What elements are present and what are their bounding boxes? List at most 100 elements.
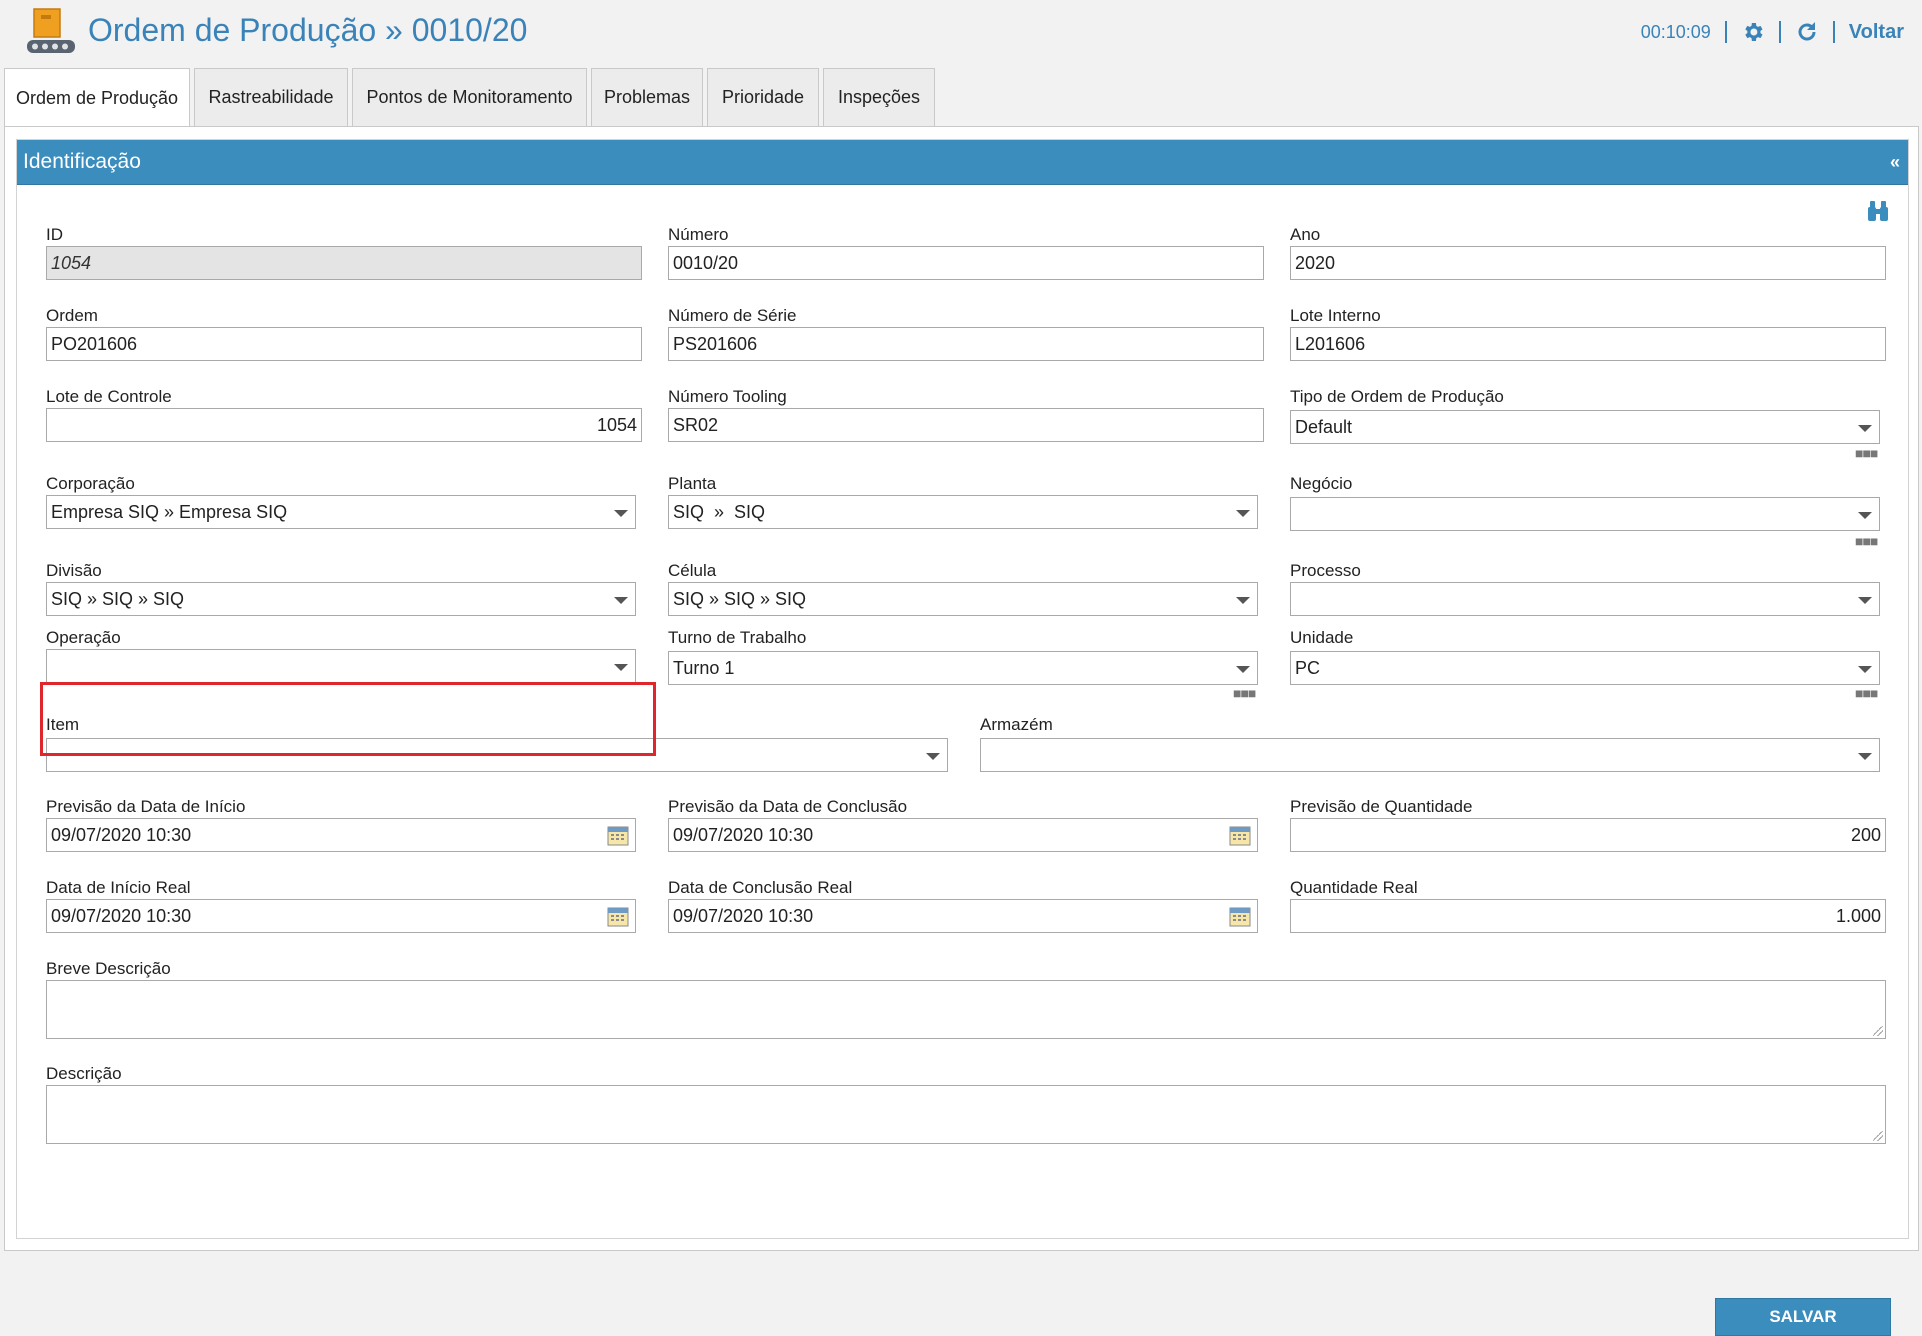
more-options-icon[interactable]: ■■■ <box>1855 533 1878 549</box>
tipo-ordem-field: Tipo de Ordem de Produção Default <box>1290 387 1880 444</box>
chevron-down-icon <box>1858 512 1872 519</box>
armazem-label: Armazém <box>980 715 1053 734</box>
calendar-icon[interactable] <box>607 825 629 846</box>
refresh-icon[interactable] <box>1795 20 1819 44</box>
tipo-ordem-select[interactable]: Default <box>1290 410 1880 444</box>
celula-select[interactable]: SIQ » SIQ » SIQ <box>668 582 1258 616</box>
conclusao-real-input[interactable]: 09/07/2020 10:30 <box>668 899 1258 933</box>
processo-field: Processo <box>1290 561 1880 616</box>
divisao-select[interactable]: SIQ » SIQ » SIQ <box>46 582 636 616</box>
calendar-icon[interactable] <box>607 906 629 927</box>
section-header: Identificação « <box>17 140 1908 185</box>
quantidade-real-input[interactable]: 1.000 <box>1290 899 1886 933</box>
tab-ordem-producao[interactable]: Ordem de Produção <box>4 68 190 128</box>
operacao-select[interactable] <box>46 649 636 683</box>
lote-controle-label: Lote de Controle <box>46 387 172 406</box>
numero-serie-field: Número de Série PS201606 <box>668 306 1264 361</box>
collapse-button[interactable]: « <box>1890 152 1900 173</box>
descricao-label: Descrição <box>46 1064 122 1083</box>
divisao-field: Divisão SIQ » SIQ » SIQ <box>46 561 636 616</box>
ordem-label: Ordem <box>46 306 98 325</box>
ano-input[interactable]: 2020 <box>1290 246 1886 280</box>
calendar-icon[interactable] <box>1229 825 1251 846</box>
unidade-select[interactable]: PC <box>1290 651 1880 685</box>
armazem-select[interactable] <box>980 738 1880 772</box>
descricao-textarea[interactable] <box>46 1085 1886 1144</box>
tab-problemas[interactable]: Problemas <box>591 68 703 126</box>
inicio-real-input[interactable]: 09/07/2020 10:30 <box>46 899 636 933</box>
lote-controle-input[interactable]: 1054 <box>46 408 642 442</box>
divider <box>1724 21 1727 43</box>
planta-select[interactable]: SIQ » SIQ <box>668 495 1258 529</box>
operacao-field: Operação <box>46 628 636 683</box>
breve-descricao-label: Breve Descrição <box>46 959 171 978</box>
numero-tooling-field: Número Tooling SR02 <box>668 387 1264 442</box>
more-options-icon[interactable]: ■■■ <box>1855 445 1878 461</box>
negocio-select[interactable] <box>1290 497 1880 531</box>
chevron-down-icon <box>614 664 628 671</box>
tab-prioridade[interactable]: Prioridade <box>707 68 819 126</box>
chevron-down-icon <box>1858 753 1872 760</box>
prev-quantidade-input[interactable]: 200 <box>1290 818 1886 852</box>
numero-tooling-input[interactable]: SR02 <box>668 408 1264 442</box>
armazem-field: Armazém <box>980 715 1880 772</box>
chevron-down-icon <box>1858 666 1872 673</box>
calendar-icon[interactable] <box>1229 906 1251 927</box>
session-timer: 00:10:09 <box>1640 21 1711 42</box>
page-header: Ordem de Produção » 0010/20 00:10:09 Vol… <box>0 0 1922 65</box>
numero-tooling-label: Número Tooling <box>668 387 787 406</box>
resize-handle[interactable] <box>1873 1026 1883 1036</box>
resize-handle[interactable] <box>1873 1131 1883 1141</box>
ano-label: Ano <box>1290 225 1321 244</box>
save-button[interactable]: SALVAR <box>1715 1298 1891 1336</box>
more-options-icon[interactable]: ■■■ <box>1855 685 1878 701</box>
header-actions: 00:10:09 Voltar <box>1641 18 1904 46</box>
turno-field: Turno de Trabalho Turno 1 <box>668 628 1258 685</box>
celula-field: Célula SIQ » SIQ » SIQ <box>668 561 1258 616</box>
inicio-real-value: 09/07/2020 10:30 <box>51 905 192 926</box>
item-select[interactable] <box>46 738 948 772</box>
prev-inicio-label: Previsão da Data de Início <box>46 797 246 816</box>
unidade-value: PC <box>1295 657 1321 678</box>
turno-select[interactable]: Turno 1 <box>668 651 1258 685</box>
numero-field: Número 0010/20 <box>668 225 1264 280</box>
tab-rastreabilidade[interactable]: Rastreabilidade <box>194 68 348 126</box>
quantidade-real-field: Quantidade Real 1.000 <box>1290 878 1886 933</box>
id-field: ID 1054 <box>46 225 642 280</box>
chevron-down-icon <box>1858 425 1872 432</box>
prev-inicio-input[interactable]: 09/07/2020 10:30 <box>46 818 636 852</box>
chevron-down-icon <box>1858 597 1872 604</box>
conclusao-real-value: 09/07/2020 10:30 <box>673 905 814 926</box>
negocio-label: Negócio <box>1290 474 1353 493</box>
lote-controle-field: Lote de Controle 1054 <box>46 387 642 442</box>
prev-conclusao-field: Previsão da Data de Conclusão 09/07/2020… <box>668 797 1258 852</box>
prev-conclusao-input[interactable]: 09/07/2020 10:30 <box>668 818 1258 852</box>
conclusao-real-field: Data de Conclusão Real 09/07/2020 10:30 <box>668 878 1258 933</box>
celula-label: Célula <box>668 561 717 580</box>
corporacao-label: Corporação <box>46 474 135 493</box>
binoculars-icon[interactable] <box>1866 200 1890 222</box>
inicio-real-label: Data de Início Real <box>46 878 191 897</box>
chevron-down-icon <box>1236 666 1250 673</box>
back-link[interactable]: Voltar <box>1849 21 1904 44</box>
turno-value: Turno 1 <box>673 657 735 678</box>
numero-input[interactable]: 0010/20 <box>668 246 1264 280</box>
breve-descricao-field: Breve Descrição <box>46 959 1886 1039</box>
numero-serie-label: Número de Série <box>668 306 797 325</box>
item-label: Item <box>46 715 80 734</box>
lote-interno-input[interactable]: L201606 <box>1290 327 1886 361</box>
planta-value: SIQ » SIQ <box>673 501 766 522</box>
lote-interno-field: Lote Interno L201606 <box>1290 306 1886 361</box>
gear-icon[interactable] <box>1741 20 1765 44</box>
numero-serie-input[interactable]: PS201606 <box>668 327 1264 361</box>
ordem-input[interactable]: PO201606 <box>46 327 642 361</box>
corporacao-select[interactable]: Empresa SIQ » Empresa SIQ <box>46 495 636 529</box>
breve-descricao-textarea[interactable] <box>46 980 1886 1039</box>
tab-inspecoes[interactable]: Inspeções <box>823 68 935 126</box>
tab-pontos-monitoramento[interactable]: Pontos de Monitoramento <box>352 68 587 126</box>
processo-select[interactable] <box>1290 582 1880 616</box>
corporacao-field: Corporação Empresa SIQ » Empresa SIQ <box>46 474 636 529</box>
tipo-ordem-value: Default <box>1295 416 1353 437</box>
prev-quantidade-field: Previsão de Quantidade 200 <box>1290 797 1886 852</box>
more-options-icon[interactable]: ■■■ <box>1233 685 1256 701</box>
